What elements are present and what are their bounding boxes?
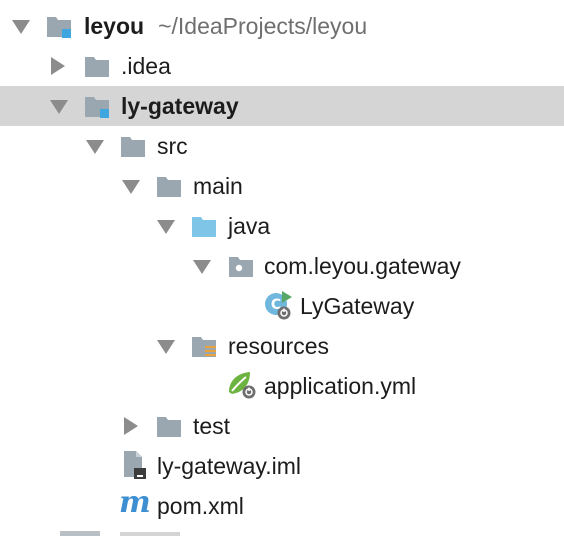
folder-icon	[157, 177, 181, 197]
folder-icon	[85, 57, 109, 77]
maven-icon: m	[119, 485, 151, 520]
tree-row-test[interactable]: test	[0, 406, 564, 446]
tree-label-src: src	[157, 133, 188, 159]
tree-row-root[interactable]: leyou ~/IdeaProjects/leyou	[0, 6, 564, 46]
tree-row-idea[interactable]: .idea	[0, 46, 564, 86]
iml-file-icon	[124, 451, 146, 479]
tree-row-main[interactable]: main	[0, 166, 564, 206]
spring-config-icon	[229, 372, 256, 399]
expand-arrow-icon[interactable]	[12, 20, 30, 34]
expand-arrow-icon[interactable]	[122, 180, 140, 194]
tree-label-resources: resources	[228, 333, 329, 359]
tree-label-package: com.leyou.gateway	[264, 253, 461, 279]
tree-row-resources[interactable]: resources	[0, 326, 564, 366]
tree-label-test: test	[193, 413, 231, 439]
tree-label-pom: pom.xml	[157, 493, 244, 519]
tree-row-partial	[0, 531, 564, 536]
expand-arrow-icon[interactable]	[193, 260, 211, 274]
collapse-arrow-icon[interactable]	[51, 57, 65, 75]
tree-row-application-yml[interactable]: application.yml	[0, 366, 564, 406]
folder-icon	[121, 137, 145, 157]
collapse-arrow-icon[interactable]	[124, 417, 138, 435]
tree-label-java: java	[228, 213, 271, 239]
partial-folder-icon	[60, 531, 100, 536]
tree-label-class: LyGateway	[300, 293, 415, 319]
module-folder-icon	[47, 17, 71, 38]
tree-label-application-yml: application.yml	[264, 373, 417, 399]
tree-row-iml[interactable]: ly-gateway.iml	[0, 446, 564, 486]
package-icon	[229, 257, 253, 277]
expand-arrow-icon[interactable]	[157, 340, 175, 354]
tree-row-package[interactable]: com.leyou.gateway	[0, 246, 564, 286]
tree-row-ly-gateway[interactable]: ly-gateway	[0, 86, 564, 126]
tree-row-class[interactable]: C LyGateway	[0, 286, 564, 326]
expand-arrow-icon[interactable]	[157, 220, 175, 234]
spring-boot-class-icon: C	[265, 291, 292, 320]
resources-folder-icon	[192, 337, 216, 357]
tree-row-src[interactable]: src	[0, 126, 564, 166]
expand-arrow-icon[interactable]	[86, 140, 104, 154]
tree-label-root: leyou ~/IdeaProjects/leyou	[84, 13, 368, 39]
tree-label-iml: ly-gateway.iml	[157, 453, 301, 479]
folder-icon	[157, 417, 181, 437]
tree-row-pom[interactable]: m pom.xml	[0, 486, 564, 526]
module-folder-icon	[85, 97, 109, 118]
expand-arrow-icon[interactable]	[50, 100, 68, 114]
tree-label-ly-gateway: ly-gateway	[121, 93, 239, 119]
tree-label-main: main	[193, 173, 243, 199]
source-folder-icon	[192, 217, 216, 237]
tree-row-java[interactable]: java	[0, 206, 564, 246]
partial-label	[120, 532, 180, 536]
root-path: ~/IdeaProjects/leyou	[158, 13, 368, 39]
tree-label-idea: .idea	[121, 53, 171, 79]
